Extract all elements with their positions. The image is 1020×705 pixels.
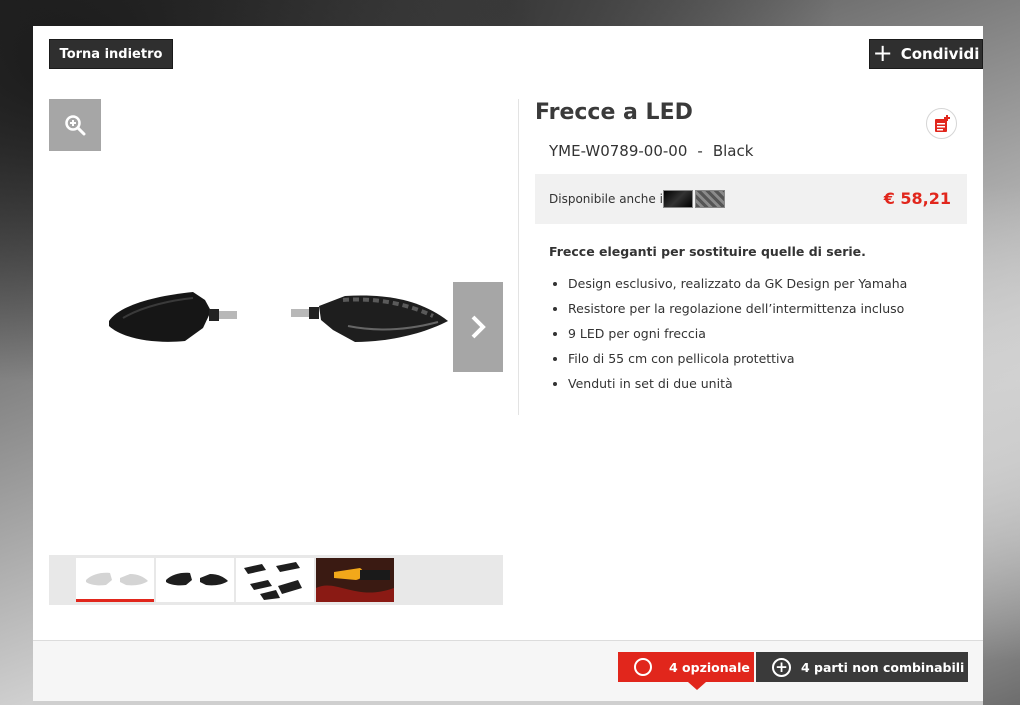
thumbnail-4[interactable] bbox=[316, 558, 394, 602]
zoom-button[interactable] bbox=[49, 99, 101, 151]
feature-item: Design esclusivo, realizzato da GK Desig… bbox=[553, 276, 907, 301]
thumbnail-image bbox=[86, 572, 148, 586]
feature-item: 9 LED per ogni freccia bbox=[553, 326, 907, 351]
column-divider bbox=[518, 99, 519, 415]
product-sku: YME-W0789-00-00 bbox=[549, 142, 688, 160]
next-image-button[interactable] bbox=[453, 282, 503, 372]
thumbnail-2[interactable] bbox=[156, 558, 234, 602]
chevron-right-icon bbox=[471, 315, 486, 339]
noncombinable-parts-label: 4 parti non combinabili bbox=[801, 659, 965, 675]
share-label: Condividi bbox=[900, 45, 980, 63]
caret-down-icon bbox=[688, 682, 706, 690]
product-title: Frecce a LED bbox=[535, 100, 693, 125]
thumbnail-3[interactable] bbox=[236, 558, 314, 602]
turn-signal-left bbox=[109, 292, 237, 342]
availability-label: Disponibile anche in bbox=[549, 192, 671, 206]
product-price: € 58,21 bbox=[883, 189, 951, 208]
bottom-divider bbox=[33, 701, 983, 705]
feature-list: Design esclusivo, realizzato da GK Desig… bbox=[553, 276, 907, 401]
feature-item: Resistore per la regolazione dell’interm… bbox=[553, 301, 907, 326]
optional-parts-label: 4 opzionale bbox=[669, 659, 750, 675]
add-to-list-button[interactable] bbox=[926, 108, 957, 139]
sku-separator: - bbox=[697, 142, 703, 160]
thumbnail-image bbox=[316, 558, 394, 602]
add-to-list-icon bbox=[934, 114, 950, 132]
optional-parts-button[interactable]: 4 opzionale bbox=[618, 652, 754, 690]
circle-icon bbox=[634, 658, 652, 676]
description-intro: Frecce eleganti per sostituire quelle di… bbox=[549, 244, 866, 259]
bottom-bar: 4 opzionale + 4 parti non combinabili bbox=[33, 640, 983, 705]
thumbnail-image bbox=[166, 572, 228, 586]
zoom-in-icon bbox=[65, 115, 86, 136]
color-swatch-carbon[interactable] bbox=[695, 190, 725, 208]
plus-circle-icon: + bbox=[772, 657, 791, 677]
noncombinable-parts-button[interactable]: + 4 parti non combinabili bbox=[756, 652, 968, 682]
plus-icon: + bbox=[872, 38, 893, 67]
turn-signal-right bbox=[291, 295, 448, 342]
color-swatch-black[interactable] bbox=[663, 190, 693, 208]
product-image bbox=[109, 292, 448, 342]
feature-item: Filo di 55 cm con pellicola protettiva bbox=[553, 351, 907, 376]
sku-line: YME-W0789-00-00- Black bbox=[549, 142, 753, 160]
back-button[interactable]: Torna indietro bbox=[49, 39, 173, 69]
feature-item: Venduti in set di due unità bbox=[553, 376, 907, 401]
thumbnail-strip bbox=[49, 555, 503, 605]
share-button[interactable]: + Condividi bbox=[869, 39, 983, 69]
availability-bar: Disponibile anche in € 58,21 bbox=[535, 174, 967, 224]
product-color: Black bbox=[712, 142, 754, 160]
thumbnail-1[interactable] bbox=[76, 558, 154, 602]
product-panel: Torna indietro + Condividi Frecce a LED … bbox=[33, 26, 983, 705]
thumbnail-image bbox=[244, 562, 302, 600]
